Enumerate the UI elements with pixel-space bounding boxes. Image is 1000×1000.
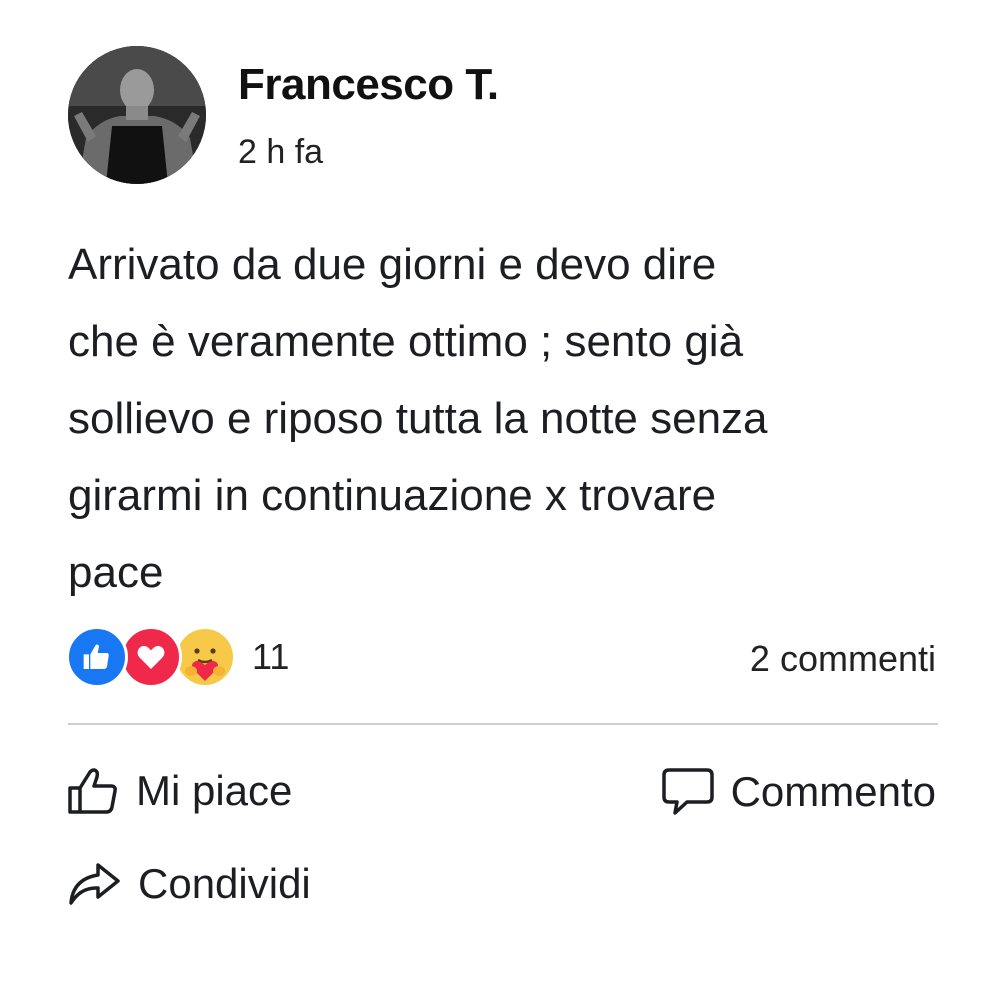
comment-button[interactable]: Commento <box>661 766 936 818</box>
love-reaction-icon <box>120 626 182 688</box>
reactions-summary[interactable]: 11 <box>66 626 289 688</box>
speech-bubble-icon <box>661 766 715 818</box>
divider <box>68 723 938 725</box>
comments-count-link[interactable]: 2 commenti <box>750 638 936 680</box>
share-button[interactable]: Condividi <box>66 860 311 908</box>
care-reaction-icon <box>174 626 236 688</box>
share-button-label: Condividi <box>138 860 311 907</box>
post-text: Arrivato da due giorni e devo dire che è… <box>68 240 768 597</box>
like-reaction-icon <box>66 626 128 688</box>
facebook-post: Francesco T. 2 h fa Arrivato da due gior… <box>0 0 1000 1000</box>
avatar[interactable] <box>68 46 206 184</box>
avatar-photo <box>68 46 206 184</box>
reactions-count: 11 <box>252 636 290 677</box>
post-author[interactable]: Francesco T. <box>238 60 499 110</box>
thumbs-up-icon <box>66 766 120 816</box>
share-arrow-icon <box>66 861 122 907</box>
like-button-label: Mi piace <box>136 767 293 814</box>
post-timestamp[interactable]: 2 h fa <box>238 133 323 172</box>
like-button[interactable]: Mi piace <box>66 766 292 816</box>
comment-button-label: Commento <box>730 768 936 815</box>
